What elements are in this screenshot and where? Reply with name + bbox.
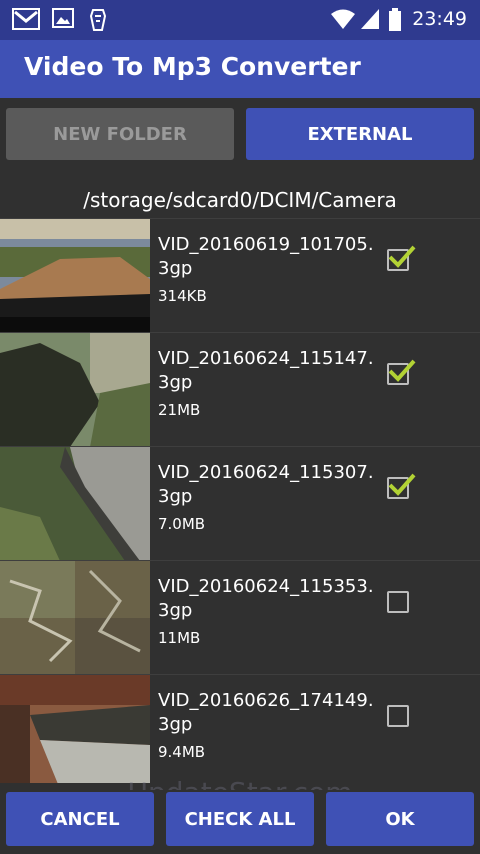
gallery-icon — [52, 8, 74, 28]
list-item[interactable]: VID_20160624_115353.3gp 11MB — [0, 560, 480, 675]
file-checkbox[interactable] — [387, 473, 416, 499]
list-item[interactable]: VID_20160626_174149.3gp 9.4MB — [0, 674, 480, 783]
file-size: 7.0MB — [158, 515, 206, 533]
video-thumbnail — [0, 561, 150, 675]
gmail-icon — [12, 8, 40, 30]
video-thumbnail — [0, 333, 150, 447]
status-time: 23:49 — [412, 8, 467, 30]
check-icon — [388, 359, 416, 382]
signal-icon — [361, 9, 379, 29]
file-size: 11MB — [158, 629, 201, 647]
bottom-bar: CANCEL CHECK ALL OK — [0, 790, 480, 854]
check-all-button[interactable]: CHECK ALL — [166, 792, 314, 846]
list-item[interactable]: VID_20160619_101705.3gp 314KB — [0, 218, 480, 333]
wifi-icon — [331, 9, 355, 29]
video-thumbnail — [0, 675, 150, 783]
check-icon — [388, 473, 416, 496]
current-path: /storage/sdcard0/DCIM/Camera — [83, 188, 397, 212]
status-bar: 23:49 — [0, 0, 480, 40]
file-size: 21MB — [158, 401, 201, 419]
file-checkbox[interactable] — [387, 245, 416, 271]
file-name: VID_20160619_101705.3gp — [158, 234, 374, 279]
file-name: VID_20160626_174149.3gp — [158, 690, 374, 735]
video-thumbnail — [0, 219, 150, 333]
app-title: Video To Mp3 Converter — [24, 52, 361, 81]
battery-icon — [389, 8, 401, 31]
ok-button[interactable]: OK — [326, 792, 474, 846]
file-checkbox[interactable] — [387, 705, 409, 727]
cancel-button[interactable]: CANCEL — [6, 792, 154, 846]
list-item[interactable]: VID_20160624_115147.3gp 21MB — [0, 332, 480, 447]
app-bar: Video To Mp3 Converter — [0, 40, 480, 98]
external-button[interactable]: EXTERNAL — [246, 108, 474, 160]
file-checkbox[interactable] — [387, 591, 409, 613]
list-item[interactable]: VID_20160624_115307.3gp 7.0MB — [0, 446, 480, 561]
check-icon — [388, 245, 416, 268]
file-name: VID_20160624_115353.3gp — [158, 576, 374, 621]
video-thumbnail — [0, 447, 150, 561]
file-size: 314KB — [158, 287, 207, 305]
app-icon — [89, 9, 107, 31]
file-list: VID_20160619_101705.3gp 314KB VID_201606… — [0, 218, 480, 783]
file-size: 9.4MB — [158, 743, 206, 761]
new-folder-button[interactable]: NEW FOLDER — [6, 108, 234, 160]
file-checkbox[interactable] — [387, 359, 416, 385]
file-name: VID_20160624_115307.3gp — [158, 462, 374, 507]
file-name: VID_20160624_115147.3gp — [158, 348, 374, 393]
